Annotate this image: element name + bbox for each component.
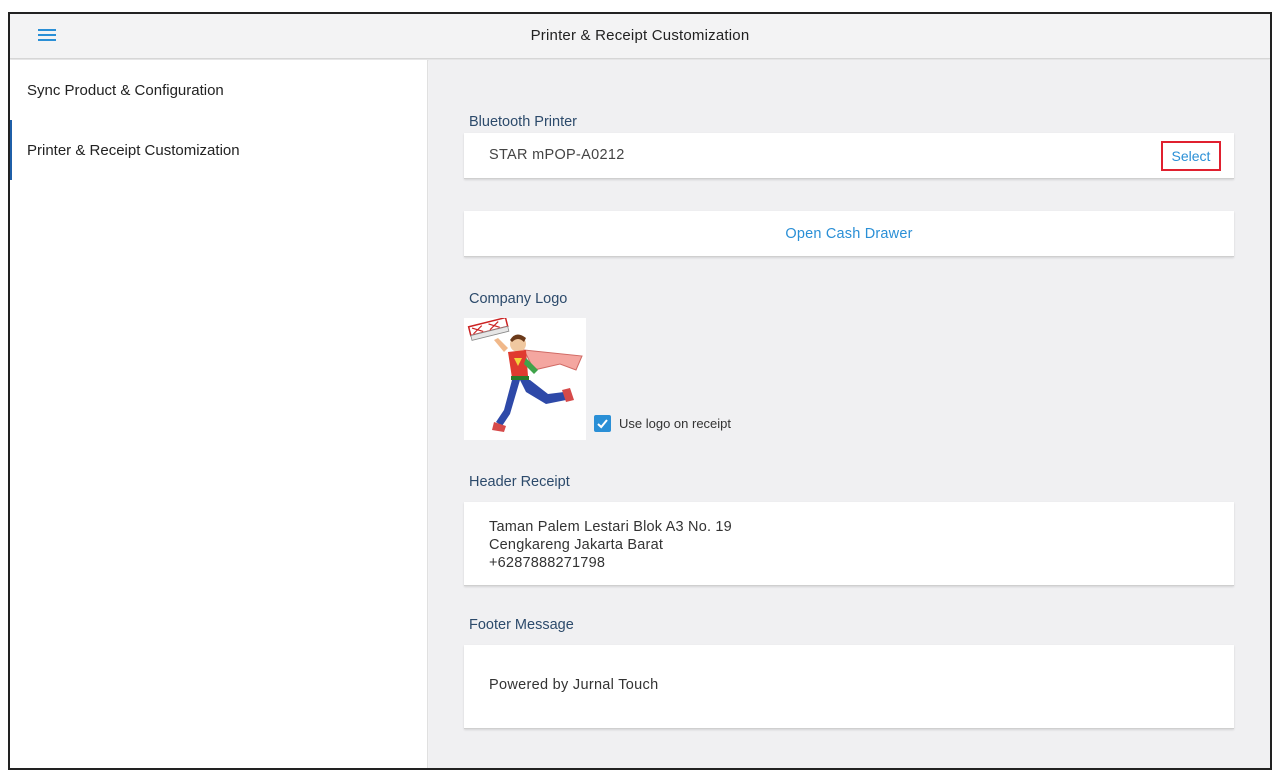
sidebar: Sync Product & Configuration Printer & R… [10,60,428,768]
company-logo-label: Company Logo [469,291,568,307]
open-cash-drawer-label: Open Cash Drawer [785,225,913,242]
sidebar-item-label: Sync Product & Configuration [27,81,224,99]
sidebar-item-label: Printer & Receipt Customization [27,141,240,159]
header-receipt-text: Taman Palem Lestari Blok A3 No. 19 Cengk… [489,518,732,572]
select-printer-button[interactable]: Select [1161,141,1221,171]
app-window: Printer & Receipt Customization Sync Pro… [8,12,1272,770]
open-cash-drawer-button[interactable]: Open Cash Drawer [464,211,1234,257]
delivery-hero-logo [464,316,586,440]
header-receipt-line: +6287888271798 [489,555,606,571]
printer-device-name: STAR mPOP-A0212 [489,147,625,163]
header-receipt-line: Cengkareng Jakarta Barat [489,537,664,553]
sidebar-item-printer-receipt[interactable]: Printer & Receipt Customization [10,120,427,180]
bluetooth-printer-label: Bluetooth Printer [469,114,578,130]
header-receipt-label: Header Receipt [469,474,570,490]
company-logo-image[interactable] [464,316,586,440]
checkbox-checked-icon[interactable] [594,415,611,432]
select-printer-label: Select [1171,148,1211,164]
use-logo-label: Use logo on receipt [619,416,732,431]
footer-message-field[interactable]: Powered by Jurnal Touch [464,645,1234,729]
main-content: Bluetooth Printer STAR mPOP-A0212 Select… [429,60,1270,768]
app-bar: Printer & Receipt Customization [10,14,1270,59]
page-title: Printer & Receipt Customization [530,27,750,44]
use-logo-checkbox[interactable]: Use logo on receipt [594,415,731,432]
header-receipt-line: Taman Palem Lestari Blok A3 No. 19 [489,519,732,535]
footer-message-label: Footer Message [469,617,574,633]
footer-message-text: Powered by Jurnal Touch [489,677,659,693]
checkmark-icon [597,419,608,429]
header-receipt-field[interactable]: Taman Palem Lestari Blok A3 No. 19 Cengk… [464,502,1234,586]
bluetooth-printer-card: STAR mPOP-A0212 Select [464,133,1234,179]
sidebar-item-sync-product[interactable]: Sync Product & Configuration [10,60,427,120]
